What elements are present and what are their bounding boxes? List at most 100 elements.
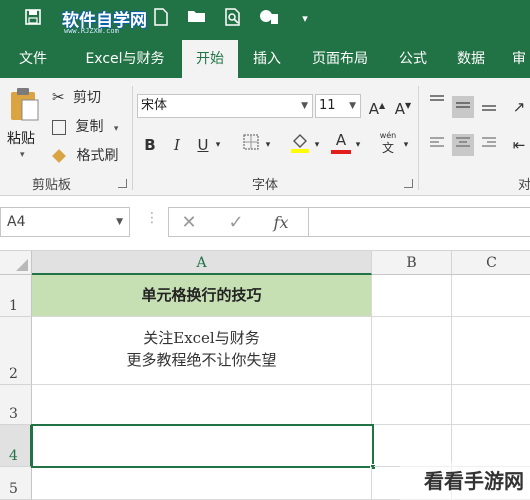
cell-b4[interactable] [374,425,452,467]
cell-b2[interactable] [372,317,452,385]
italic-button[interactable]: I [166,134,188,156]
cut-button[interactable]: ✂ 剪切 [52,87,101,107]
phonetic-guide-button[interactable]: wén 文 [374,130,402,155]
column-header-c[interactable]: C [452,251,530,275]
row-number: 1 [9,298,18,314]
chevron-down-icon: ▼ [349,101,356,111]
cell-c1[interactable] [452,275,530,317]
paste-dropdown-arrow[interactable]: ▾ [20,150,25,160]
tab-data[interactable]: 数据 [446,40,496,78]
tab-review[interactable]: 审 [504,40,530,78]
cell-a1[interactable]: 单元格换行的技巧 [32,275,372,317]
print-preview-icon[interactable] [222,8,244,30]
row-number: 3 [9,406,18,422]
formula-input[interactable] [308,207,530,237]
align-bottom-icon[interactable] [478,96,500,118]
underline-button[interactable]: U [192,134,214,156]
row-number: 2 [9,366,18,382]
name-box[interactable]: A4 ▼ [0,207,130,237]
fill-color-dropdown-arrow[interactable]: ▾ [311,134,323,156]
font-name-select[interactable]: 宋体 ▼ [137,94,313,118]
watermark-sub-text: www.RJZXW.com [64,27,119,35]
font-color-letter: A [335,131,347,149]
cell-b1[interactable] [372,275,452,317]
clipboard-group-label: 剪贴板 [32,178,72,193]
borders-dropdown-arrow[interactable]: ▾ [262,134,274,156]
row-header-5[interactable]: 5 [0,467,32,500]
align-top-icon[interactable] [426,92,448,114]
tab-excel-finance[interactable]: Excel与财务 [72,40,178,78]
row-header-4[interactable]: 4 [0,425,32,467]
copy-button[interactable]: 复制 ▾ [52,116,118,136]
insert-function-button[interactable]: fx [269,211,293,235]
tab-file[interactable]: 文件 [8,40,58,78]
font-color-swatch [331,150,351,154]
cell-a5[interactable] [32,467,372,500]
cell-a2[interactable]: 关注Excel与财务 更多教程绝不让你失望 [32,317,372,385]
font-color-button[interactable]: A [330,130,352,154]
select-all-button[interactable] [0,251,32,275]
cell-c2[interactable] [452,317,530,385]
touch-mode-icon[interactable] [258,8,280,30]
font-dialog-launcher[interactable] [404,179,413,188]
quick-access-toolbar: 软件自学网 www.RJZXW.com ▾ [0,0,530,40]
font-name-value: 宋体 [141,98,168,113]
group-divider [132,86,133,190]
align-right-icon[interactable] [478,134,500,156]
corner-watermark: 看看手游网 [400,462,530,500]
format-painter-button[interactable]: 格式刷 [52,145,118,165]
cell-b3[interactable] [372,385,452,425]
site-watermark-logo: 软件自学网 www.RJZXW.com [62,6,152,36]
row-number: 5 [9,481,18,497]
formula-bar-resize-handle[interactable]: ⋮ [145,210,159,226]
font-size-select[interactable]: 11 ▼ [315,94,361,118]
indent-icon[interactable]: ⇤ [508,134,530,156]
cell-c3[interactable] [452,385,530,425]
open-folder-icon[interactable] [186,8,208,30]
select-all-triangle-icon [16,259,28,271]
row-header-3[interactable]: 3 [0,385,32,425]
save-icon[interactable] [22,8,44,30]
tab-home[interactable]: 开始 [182,40,238,78]
group-divider [418,86,419,190]
row-header-1[interactable]: 1 [0,275,32,317]
column-header-a[interactable]: A [32,251,372,275]
tab-formulas[interactable]: 公式 [388,40,438,78]
copy-dropdown-arrow[interactable]: ▾ [114,124,119,134]
align-middle-icon[interactable] [452,96,474,118]
clipboard-dialog-launcher[interactable] [118,179,127,188]
enter-icon[interactable]: ✓ [224,211,248,235]
phonetic-char-icon: 文 [381,141,394,155]
increase-font-size-icon[interactable]: A▲ [366,95,388,118]
cell-a2-line-2: 更多教程绝不让你失望 [126,351,277,369]
align-center-icon[interactable] [452,134,474,156]
format-painter-label: 格式刷 [76,148,119,164]
phonetic-dropdown-arrow[interactable]: ▾ [400,134,412,156]
customize-toolbar-icon[interactable]: ▾ [294,8,316,30]
formula-bar: A4 ▼ ⋮ ✕ ✓ fx [0,197,530,251]
tab-insert[interactable]: 插入 [242,40,292,78]
chevron-down-icon: ▼ [116,217,123,227]
paste-button[interactable]: 粘贴 ▾ [4,86,44,170]
column-header-b[interactable]: B [372,251,452,275]
font-color-dropdown-arrow[interactable]: ▾ [352,134,364,156]
align-left-icon[interactable] [426,134,448,156]
orientation-icon[interactable]: ↗ [508,96,530,118]
tab-page-layout[interactable]: 页面布局 [300,40,380,78]
underline-dropdown-arrow[interactable]: ▾ [212,134,224,156]
formula-buttons: ✕ ✓ fx [168,207,308,237]
format-painter-icon [52,149,66,163]
cell-c4[interactable] [452,425,530,467]
new-file-icon[interactable] [150,8,172,30]
bold-button[interactable]: B [139,134,161,156]
cell-a4-active[interactable] [31,424,374,468]
fill-color-icon[interactable] [289,132,311,154]
cancel-icon[interactable]: ✕ [177,211,201,235]
cell-a3[interactable] [32,385,372,425]
decrease-font-size-icon[interactable]: A▼ [392,95,414,118]
copy-label: 复制 [75,119,104,135]
alignment-group-label: 对 [518,178,530,193]
borders-icon[interactable] [240,134,262,156]
row-header-2[interactable]: 2 [0,317,32,385]
ribbon-home: 粘贴 ▾ ✂ 剪切 复制 ▾ 格式刷 剪贴板 宋体 ▼ 11 ▼ A▲ A▼ B… [0,78,530,196]
